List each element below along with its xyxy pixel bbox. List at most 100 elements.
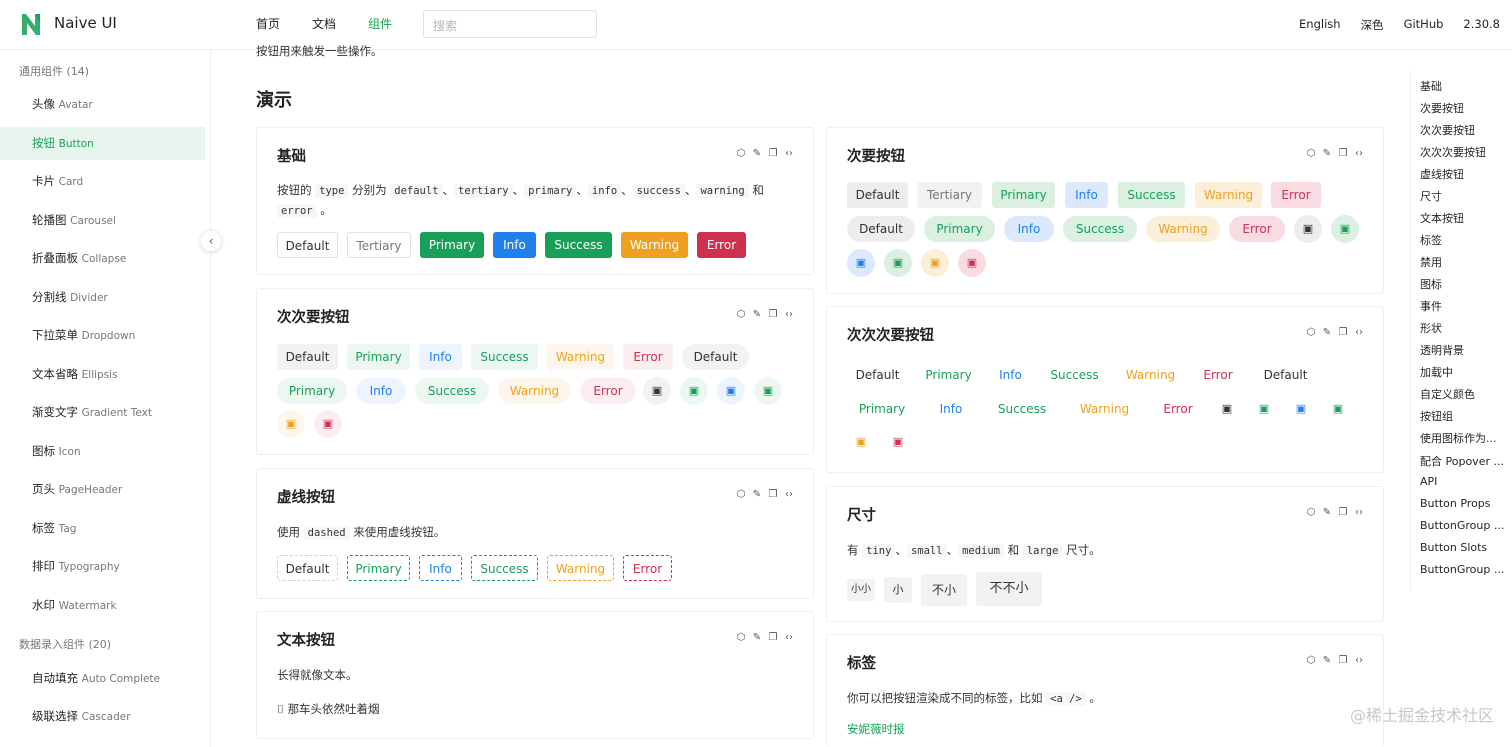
robot-circle-button-icon[interactable]: ▣ [1287, 395, 1315, 423]
success-button[interactable]: Success [545, 232, 612, 258]
anchor-item[interactable]: 次次要按钮 [1420, 122, 1510, 138]
success-round-button[interactable]: Success [415, 378, 489, 404]
copy-icon[interactable]: ❐ [767, 489, 779, 500]
small-button[interactable]: 小 [884, 577, 912, 603]
anchor-item[interactable]: 使用图标作为... [1420, 430, 1510, 446]
primary-round-button[interactable]: Primary [847, 396, 917, 422]
edit-icon[interactable]: ✎ [751, 489, 763, 500]
anchor-item[interactable]: 文本按钮 [1420, 210, 1510, 226]
robot-circle-button-icon[interactable]: ▣ [314, 410, 342, 438]
warning-round-button[interactable]: Warning [1146, 216, 1220, 242]
codesandbox-icon[interactable]: ⬡ [735, 489, 747, 500]
large-button[interactable]: 不不小 [976, 572, 1042, 606]
warning-round-button[interactable]: Warning [1068, 396, 1141, 422]
copy-icon[interactable]: ❐ [767, 148, 779, 159]
anchor-item[interactable]: 配合 Popover ... [1420, 453, 1510, 469]
info-button[interactable]: Info [493, 232, 536, 258]
edit-icon[interactable]: ✎ [751, 148, 763, 159]
nav-docs[interactable]: 文档 [312, 15, 336, 32]
sidebar-item-tag[interactable]: 标签 Tag [0, 512, 205, 545]
codesandbox-icon[interactable]: ⬡ [1305, 148, 1317, 159]
sidebar-item-carousel[interactable]: 轮播图 Carousel [0, 204, 205, 237]
code-icon[interactable]: ‹› [1353, 327, 1365, 338]
robot-circle-button-icon[interactable]: ▣ [754, 377, 782, 405]
sidebar-collapse-chevron-icon[interactable]: ‹ [200, 230, 222, 252]
error-dashed-button[interactable]: Error [623, 555, 672, 581]
primary-button[interactable]: Primary [420, 232, 484, 258]
anchor-tag-button[interactable]: 安妮薇时报 [847, 720, 905, 739]
version-label[interactable]: 2.30.8 [1463, 17, 1500, 33]
warning-button[interactable]: Warning [547, 344, 614, 370]
anchor-item[interactable]: 虚线按钮 [1420, 166, 1510, 182]
code-icon[interactable]: ‹› [783, 632, 795, 643]
primary-dashed-button[interactable]: Primary [347, 555, 410, 581]
success-button[interactable]: Success [471, 344, 538, 370]
error-button[interactable]: Error [697, 232, 746, 258]
info-round-button[interactable]: Info [1004, 216, 1054, 242]
default-button[interactable]: Default [847, 362, 908, 388]
code-icon[interactable]: ‹› [783, 148, 795, 159]
anchor-item[interactable]: 基础 [1420, 78, 1510, 94]
copy-icon[interactable]: ❐ [1337, 327, 1349, 338]
info-button[interactable]: Info [419, 344, 462, 370]
anchor-item[interactable]: Button Slots [1420, 541, 1510, 554]
anchor-item[interactable]: ButtonGroup ... [1420, 519, 1510, 532]
copy-icon[interactable]: ❐ [1337, 507, 1349, 518]
sidebar-item-cascader[interactable]: 级联选择 Cascader [0, 700, 205, 733]
sidebar-item-icon[interactable]: 图标 Icon [0, 435, 205, 468]
naive-ui-logo-icon[interactable] [20, 11, 42, 37]
sidebar-item-button[interactable]: 按钮 Button [0, 127, 205, 160]
error-button[interactable]: Error [1271, 182, 1321, 208]
default-dashed-button[interactable]: Default [277, 555, 338, 581]
success-button[interactable]: Success [1041, 362, 1108, 388]
sidebar-item-pageheader[interactable]: 页头 PageHeader [0, 473, 205, 506]
robot-circle-button-icon[interactable]: ▣ [1331, 215, 1359, 243]
primary-button[interactable]: Primary [992, 182, 1055, 208]
info-dashed-button[interactable]: Info [419, 555, 462, 581]
copy-icon[interactable]: ❐ [1337, 148, 1349, 159]
code-icon[interactable]: ‹› [1353, 507, 1365, 518]
sidebar-item-collapse[interactable]: 折叠面板 Collapse [0, 242, 205, 275]
edit-icon[interactable]: ✎ [751, 632, 763, 643]
robot-circle-button-icon[interactable]: ▣ [847, 428, 875, 456]
success-button[interactable]: Success [1118, 182, 1185, 208]
edit-icon[interactable]: ✎ [1321, 327, 1333, 338]
robot-circle-button-icon[interactable]: ▣ [643, 377, 671, 405]
warning-button[interactable]: Warning [1117, 362, 1184, 388]
theme-switch[interactable]: 深色 [1361, 17, 1384, 33]
default-button[interactable]: Default [277, 232, 338, 258]
code-icon[interactable]: ‹› [1353, 148, 1365, 159]
edit-icon[interactable]: ✎ [751, 309, 763, 320]
anchor-item[interactable]: 次要按钮 [1420, 100, 1510, 116]
primary-button[interactable]: Primary [347, 344, 410, 370]
anchor-item[interactable]: 透明背景 [1420, 342, 1510, 358]
default-round-button[interactable]: Default [682, 344, 749, 370]
anchor-item[interactable]: 事件 [1420, 298, 1510, 314]
default-button[interactable]: Default [847, 182, 908, 208]
warning-button[interactable]: Warning [621, 232, 688, 258]
sidebar-group-general[interactable]: 通用组件 (14) [19, 63, 89, 79]
primary-round-button[interactable]: Primary [277, 378, 347, 404]
codesandbox-icon[interactable]: ⬡ [1305, 327, 1317, 338]
robot-circle-button-icon[interactable]: ▣ [680, 377, 708, 405]
robot-circle-button-icon[interactable]: ▣ [1213, 395, 1241, 423]
sidebar-item-auto-complete[interactable]: 自动填充 Auto Complete [0, 662, 205, 695]
edit-icon[interactable]: ✎ [1321, 148, 1333, 159]
default-button[interactable]: Default [277, 344, 338, 370]
default-round-button[interactable]: Default [1252, 362, 1319, 388]
anchor-item[interactable]: 尺寸 [1420, 188, 1510, 204]
sidebar-item-dropdown[interactable]: 下拉菜单 Dropdown [0, 319, 205, 352]
tertiary-button[interactable]: Tertiary [917, 182, 982, 208]
robot-circle-button-icon[interactable]: ▣ [717, 377, 745, 405]
codesandbox-icon[interactable]: ⬡ [1305, 507, 1317, 518]
warning-dashed-button[interactable]: Warning [547, 555, 614, 581]
robot-circle-button-icon[interactable]: ▣ [884, 428, 912, 456]
github-link[interactable]: GitHub [1404, 17, 1444, 33]
sidebar-item-watermark[interactable]: 水印 Watermark [0, 589, 205, 622]
success-dashed-button[interactable]: Success [471, 555, 538, 581]
anchor-item[interactable]: API [1420, 475, 1510, 488]
warning-round-button[interactable]: Warning [498, 378, 571, 404]
codesandbox-icon[interactable]: ⬡ [735, 148, 747, 159]
error-round-button[interactable]: Error [1150, 396, 1206, 422]
info-round-button[interactable]: Info [926, 396, 976, 422]
